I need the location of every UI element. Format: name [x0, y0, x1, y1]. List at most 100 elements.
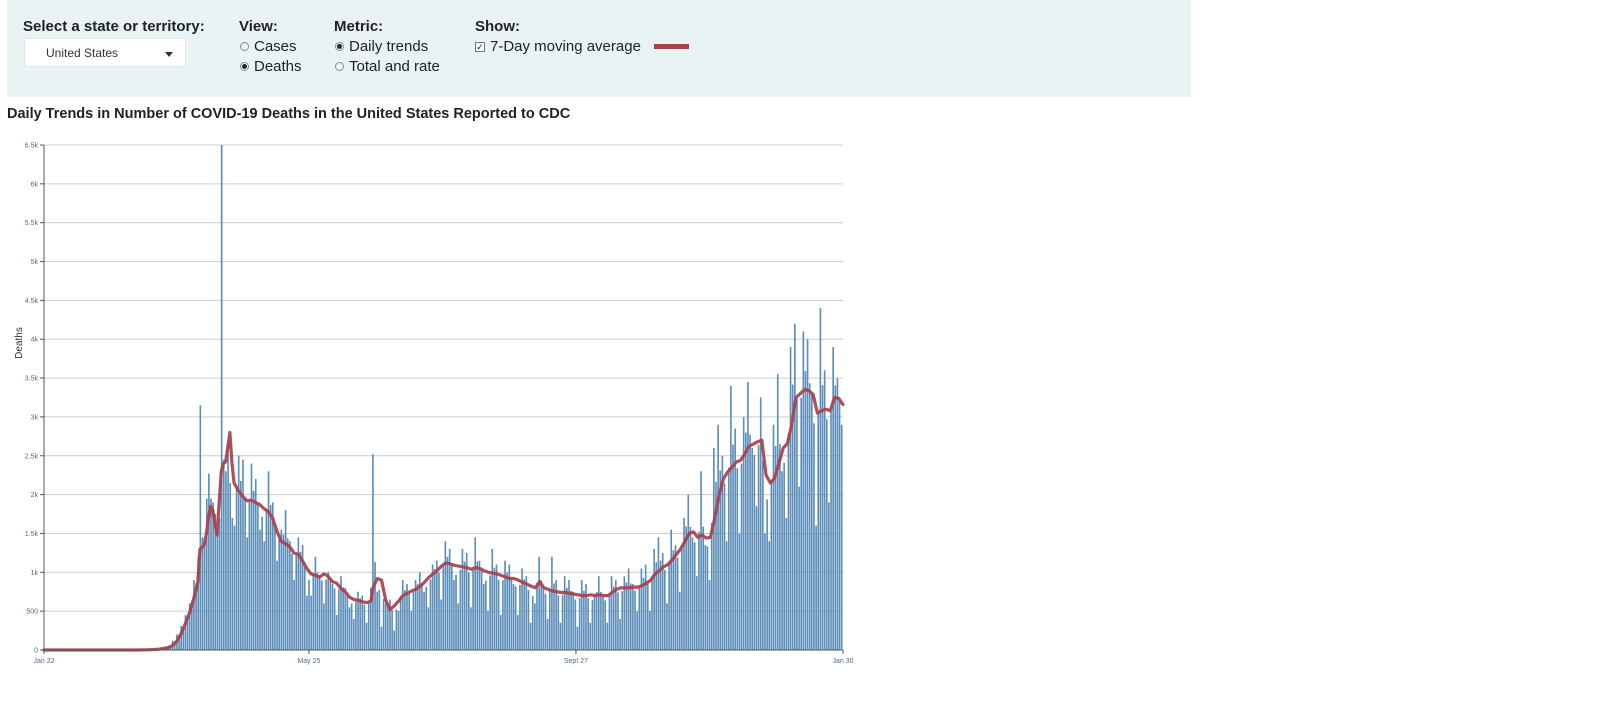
daily-death-bar — [548, 589, 551, 650]
daily-death-bar — [557, 595, 560, 650]
metric-daily-trends-radio[interactable] — [335, 42, 344, 51]
y-tick-label: 3.5k — [25, 376, 39, 383]
daily-death-bar — [442, 566, 445, 650]
x-tick-label: Jan 30 — [832, 658, 853, 665]
daily-death-bar — [612, 586, 615, 650]
daily-death-bar — [308, 579, 310, 650]
y-tick-label: 1k — [31, 570, 39, 577]
daily-death-bar — [242, 459, 244, 650]
daily-death-bar — [561, 594, 564, 650]
metric-option-total-and-rate[interactable]: Total and rate — [335, 58, 440, 75]
daily-death-bar — [840, 424, 843, 650]
daily-death-bar — [254, 479, 257, 650]
daily-death-bar — [825, 419, 828, 650]
daily-death-bar — [269, 505, 272, 650]
daily-death-bar — [636, 611, 638, 650]
daily-death-bar — [329, 578, 332, 650]
daily-death-bar — [634, 590, 636, 650]
daily-death-bar — [231, 517, 234, 650]
daily-death-bar — [693, 542, 696, 650]
daily-death-bar — [717, 424, 719, 650]
daily-death-bar — [363, 604, 366, 650]
daily-death-bar — [218, 517, 221, 650]
daily-death-bar — [759, 397, 762, 650]
daily-death-bar — [687, 494, 690, 650]
daily-death-bar — [536, 583, 538, 650]
daily-death-bar — [348, 607, 351, 650]
daily-death-bar — [436, 560, 438, 650]
daily-death-bar — [395, 609, 398, 650]
daily-death-bar — [493, 567, 496, 650]
view-cases-radio[interactable] — [240, 42, 249, 51]
moving-average-checkbox[interactable]: ✓ — [475, 41, 485, 52]
daily-death-bar — [625, 582, 628, 650]
daily-death-bar — [534, 603, 536, 650]
daily-death-bar — [587, 598, 589, 650]
daily-death-bar — [387, 603, 389, 650]
daily-death-bar — [303, 566, 306, 650]
daily-death-bar — [399, 597, 402, 650]
daily-death-bar — [747, 381, 749, 650]
daily-death-bar — [683, 517, 685, 650]
daily-death-bar — [597, 576, 600, 650]
daily-death-bar — [529, 622, 532, 650]
state-select-dropdown[interactable]: United States — [24, 38, 186, 67]
daily-death-bar — [664, 570, 666, 650]
view-option-cases[interactable]: Cases — [240, 38, 297, 55]
daily-death-bar — [798, 486, 800, 650]
y-tick-label: 1.5k — [25, 531, 39, 538]
daily-death-bar — [591, 600, 594, 650]
daily-death-bar — [331, 583, 334, 650]
daily-death-bar — [785, 517, 788, 650]
daily-death-bar — [457, 603, 459, 650]
daily-death-bar — [237, 455, 240, 650]
daily-death-bar — [604, 600, 606, 650]
daily-death-bar — [653, 549, 656, 650]
daily-death-bar — [629, 583, 632, 650]
view-deaths-radio[interactable] — [240, 62, 249, 71]
daily-death-bar — [802, 331, 805, 650]
metric-total-and-rate-radio[interactable] — [335, 62, 344, 71]
daily-death-bar — [668, 563, 670, 650]
daily-death-bar — [723, 483, 726, 650]
metric-option-daily-trends[interactable]: Daily trends — [335, 38, 428, 55]
daily-death-bar — [736, 468, 739, 650]
daily-death-bar — [372, 454, 374, 650]
daily-death-bar — [421, 583, 423, 650]
daily-death-bar — [235, 488, 238, 650]
daily-death-bar — [783, 462, 785, 650]
daily-death-bar — [781, 471, 783, 650]
daily-death-bar — [787, 433, 790, 650]
daily-death-bar — [689, 526, 692, 650]
daily-death-bar — [427, 607, 430, 650]
y-tick-label: 0 — [34, 648, 38, 655]
view-option-deaths[interactable]: Deaths — [240, 58, 302, 75]
daily-death-bar — [244, 498, 246, 650]
daily-death-bar — [566, 587, 568, 650]
daily-death-bar — [776, 374, 779, 650]
daily-death-bar — [730, 385, 732, 650]
show-moving-average-option[interactable]: ✓ 7-Day moving average — [475, 38, 689, 55]
daily-death-bar — [666, 603, 668, 650]
daily-death-bar — [793, 323, 796, 650]
daily-death-bar — [250, 463, 253, 650]
daily-death-bar — [762, 460, 764, 650]
daily-death-bar — [691, 537, 694, 650]
daily-death-bar — [367, 603, 370, 650]
daily-death-bar — [408, 594, 410, 650]
y-tick-label: 2.5k — [25, 453, 39, 460]
daily-death-bar — [738, 533, 741, 650]
daily-death-bar — [651, 578, 653, 650]
daily-death-bar — [468, 572, 470, 650]
daily-death-bar — [286, 538, 289, 650]
daily-death-bar — [327, 572, 330, 650]
daily-death-bar — [685, 526, 687, 650]
daily-death-bar — [578, 598, 581, 650]
daily-death-bar — [438, 572, 440, 650]
daily-death-bar — [546, 618, 549, 650]
daily-death-bar — [800, 397, 803, 650]
daily-death-bar — [821, 385, 824, 650]
daily-death-bar — [551, 556, 553, 650]
metric-label: Metric: — [334, 18, 384, 35]
daily-death-bar — [361, 595, 364, 650]
